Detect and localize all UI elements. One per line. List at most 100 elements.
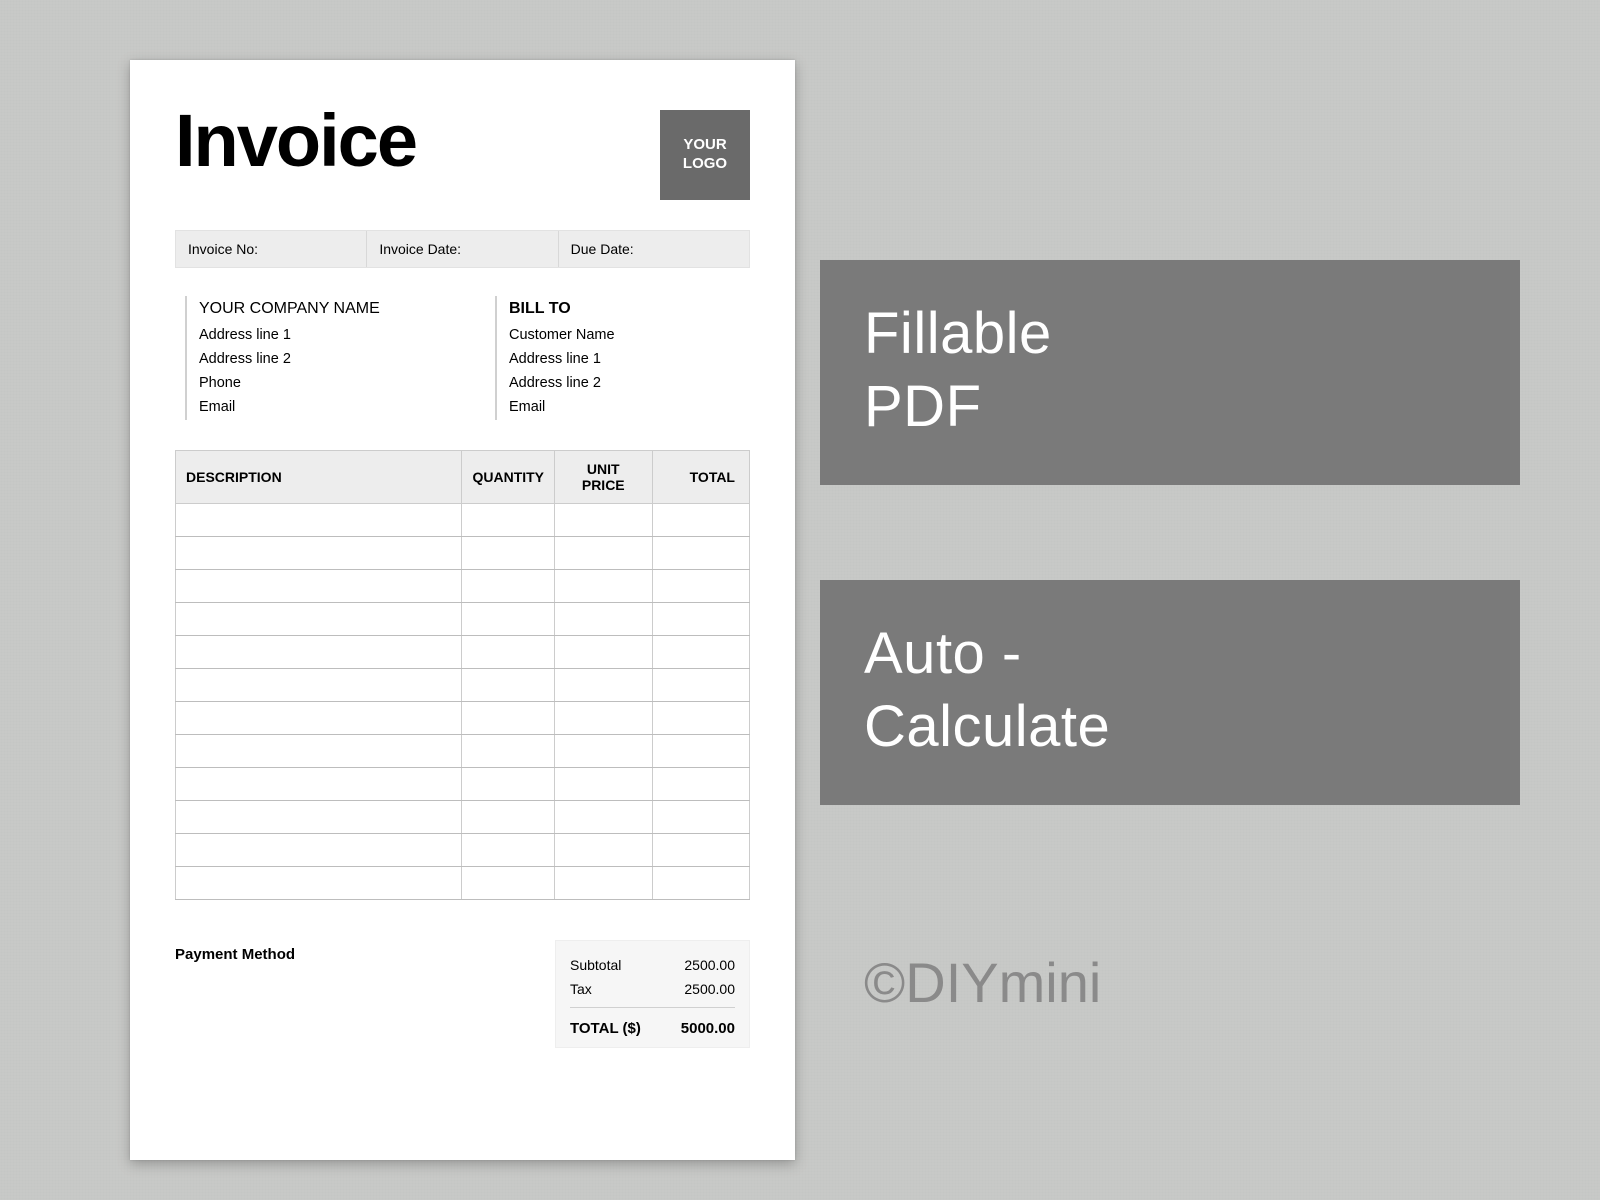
- table-row[interactable]: [176, 504, 750, 537]
- table-cell[interactable]: [555, 636, 652, 669]
- subtotal-value: 2500.00: [684, 957, 735, 973]
- table-cell[interactable]: [652, 504, 750, 537]
- grand-total-row: TOTAL ($) 5000.00: [570, 1007, 735, 1037]
- th-description: DESCRIPTION: [176, 451, 462, 504]
- table-cell[interactable]: [652, 702, 750, 735]
- table-cell[interactable]: [176, 537, 462, 570]
- logo-line-2: LOGO: [683, 155, 727, 172]
- table-cell[interactable]: [652, 735, 750, 768]
- meta-bar: Invoice No: Invoice Date: Due Date:: [175, 230, 750, 268]
- th-unit-price: UNIT PRICE: [555, 451, 652, 504]
- grand-total-label: TOTAL ($): [570, 1020, 641, 1037]
- items-tbody: [176, 504, 750, 900]
- table-cell[interactable]: [555, 537, 652, 570]
- badge1-line2: PDF: [864, 374, 982, 439]
- logo-line-1: YOUR: [683, 136, 726, 153]
- table-cell[interactable]: [652, 768, 750, 801]
- billto-line-4: Email: [509, 396, 745, 420]
- table-cell[interactable]: [176, 570, 462, 603]
- table-cell[interactable]: [652, 537, 750, 570]
- table-cell[interactable]: [555, 768, 652, 801]
- table-cell[interactable]: [176, 834, 462, 867]
- subtotal-row: Subtotal 2500.00: [570, 953, 735, 977]
- table-cell[interactable]: [176, 603, 462, 636]
- table-cell[interactable]: [462, 537, 555, 570]
- table-cell[interactable]: [652, 801, 750, 834]
- billto-line-3: Address line 2: [509, 372, 745, 396]
- header-row: Invoice YOUR LOGO: [175, 110, 750, 200]
- th-total: TOTAL: [652, 451, 750, 504]
- table-cell[interactable]: [555, 504, 652, 537]
- table-cell[interactable]: [462, 636, 555, 669]
- table-row[interactable]: [176, 801, 750, 834]
- billto-heading: BILL TO: [509, 296, 745, 322]
- table-cell[interactable]: [652, 636, 750, 669]
- address-row: YOUR COMPANY NAME Address line 1 Address…: [175, 296, 750, 420]
- table-row[interactable]: [176, 735, 750, 768]
- billto-block[interactable]: BILL TO Customer Name Address line 1 Add…: [495, 296, 745, 420]
- subtotal-label: Subtotal: [570, 957, 621, 973]
- from-block[interactable]: YOUR COMPANY NAME Address line 1 Address…: [185, 296, 435, 420]
- table-row[interactable]: [176, 603, 750, 636]
- table-cell[interactable]: [555, 834, 652, 867]
- table-cell[interactable]: [176, 669, 462, 702]
- table-cell[interactable]: [176, 801, 462, 834]
- table-cell[interactable]: [652, 867, 750, 900]
- page-title: Invoice: [175, 104, 416, 178]
- table-row[interactable]: [176, 570, 750, 603]
- table-cell[interactable]: [555, 801, 652, 834]
- table-row[interactable]: [176, 669, 750, 702]
- table-cell[interactable]: [652, 603, 750, 636]
- table-cell[interactable]: [462, 768, 555, 801]
- table-row[interactable]: [176, 636, 750, 669]
- table-cell[interactable]: [462, 603, 555, 636]
- invoice-no-field[interactable]: Invoice No:: [176, 231, 367, 267]
- table-cell[interactable]: [462, 504, 555, 537]
- table-cell[interactable]: [462, 570, 555, 603]
- table-cell[interactable]: [555, 669, 652, 702]
- from-line-2: Address line 2: [199, 348, 435, 372]
- table-row[interactable]: [176, 537, 750, 570]
- table-cell[interactable]: [462, 867, 555, 900]
- table-cell[interactable]: [462, 735, 555, 768]
- invoice-date-field[interactable]: Invoice Date:: [367, 231, 558, 267]
- table-cell[interactable]: [462, 669, 555, 702]
- invoice-date-label: Invoice Date:: [379, 241, 461, 257]
- table-cell[interactable]: [176, 702, 462, 735]
- table-cell[interactable]: [176, 504, 462, 537]
- table-cell[interactable]: [462, 702, 555, 735]
- table-cell[interactable]: [555, 735, 652, 768]
- tax-label: Tax: [570, 981, 592, 997]
- table-row[interactable]: [176, 768, 750, 801]
- badge2-line1: Auto -: [864, 621, 1022, 686]
- th-quantity: QUANTITY: [462, 451, 555, 504]
- from-line-1: Address line 1: [199, 324, 435, 348]
- table-cell[interactable]: [652, 669, 750, 702]
- table-row[interactable]: [176, 702, 750, 735]
- table-cell[interactable]: [176, 867, 462, 900]
- due-date-field[interactable]: Due Date:: [559, 231, 749, 267]
- billto-line-2: Address line 1: [509, 348, 745, 372]
- table-cell[interactable]: [176, 735, 462, 768]
- table-cell[interactable]: [555, 570, 652, 603]
- badge2-line2: Calculate: [864, 694, 1110, 759]
- table-cell[interactable]: [462, 834, 555, 867]
- tax-value: 2500.00: [684, 981, 735, 997]
- table-cell[interactable]: [462, 801, 555, 834]
- table-row[interactable]: [176, 867, 750, 900]
- totals-box: Subtotal 2500.00 Tax 2500.00 TOTAL ($) 5…: [555, 940, 750, 1048]
- brand-watermark: ©DIYmini: [864, 950, 1101, 1015]
- table-cell[interactable]: [176, 768, 462, 801]
- table-cell[interactable]: [555, 702, 652, 735]
- payment-method-label[interactable]: Payment Method: [175, 940, 295, 1048]
- table-cell[interactable]: [652, 834, 750, 867]
- logo-placeholder[interactable]: YOUR LOGO: [660, 110, 750, 200]
- table-row[interactable]: [176, 834, 750, 867]
- table-cell[interactable]: [176, 636, 462, 669]
- badge-fillable-pdf: Fillable PDF: [820, 260, 1520, 485]
- table-cell[interactable]: [652, 570, 750, 603]
- table-cell[interactable]: [555, 867, 652, 900]
- table-cell[interactable]: [555, 603, 652, 636]
- from-line-4: Email: [199, 396, 435, 420]
- invoice-page: Invoice YOUR LOGO Invoice No: Invoice Da…: [130, 60, 795, 1160]
